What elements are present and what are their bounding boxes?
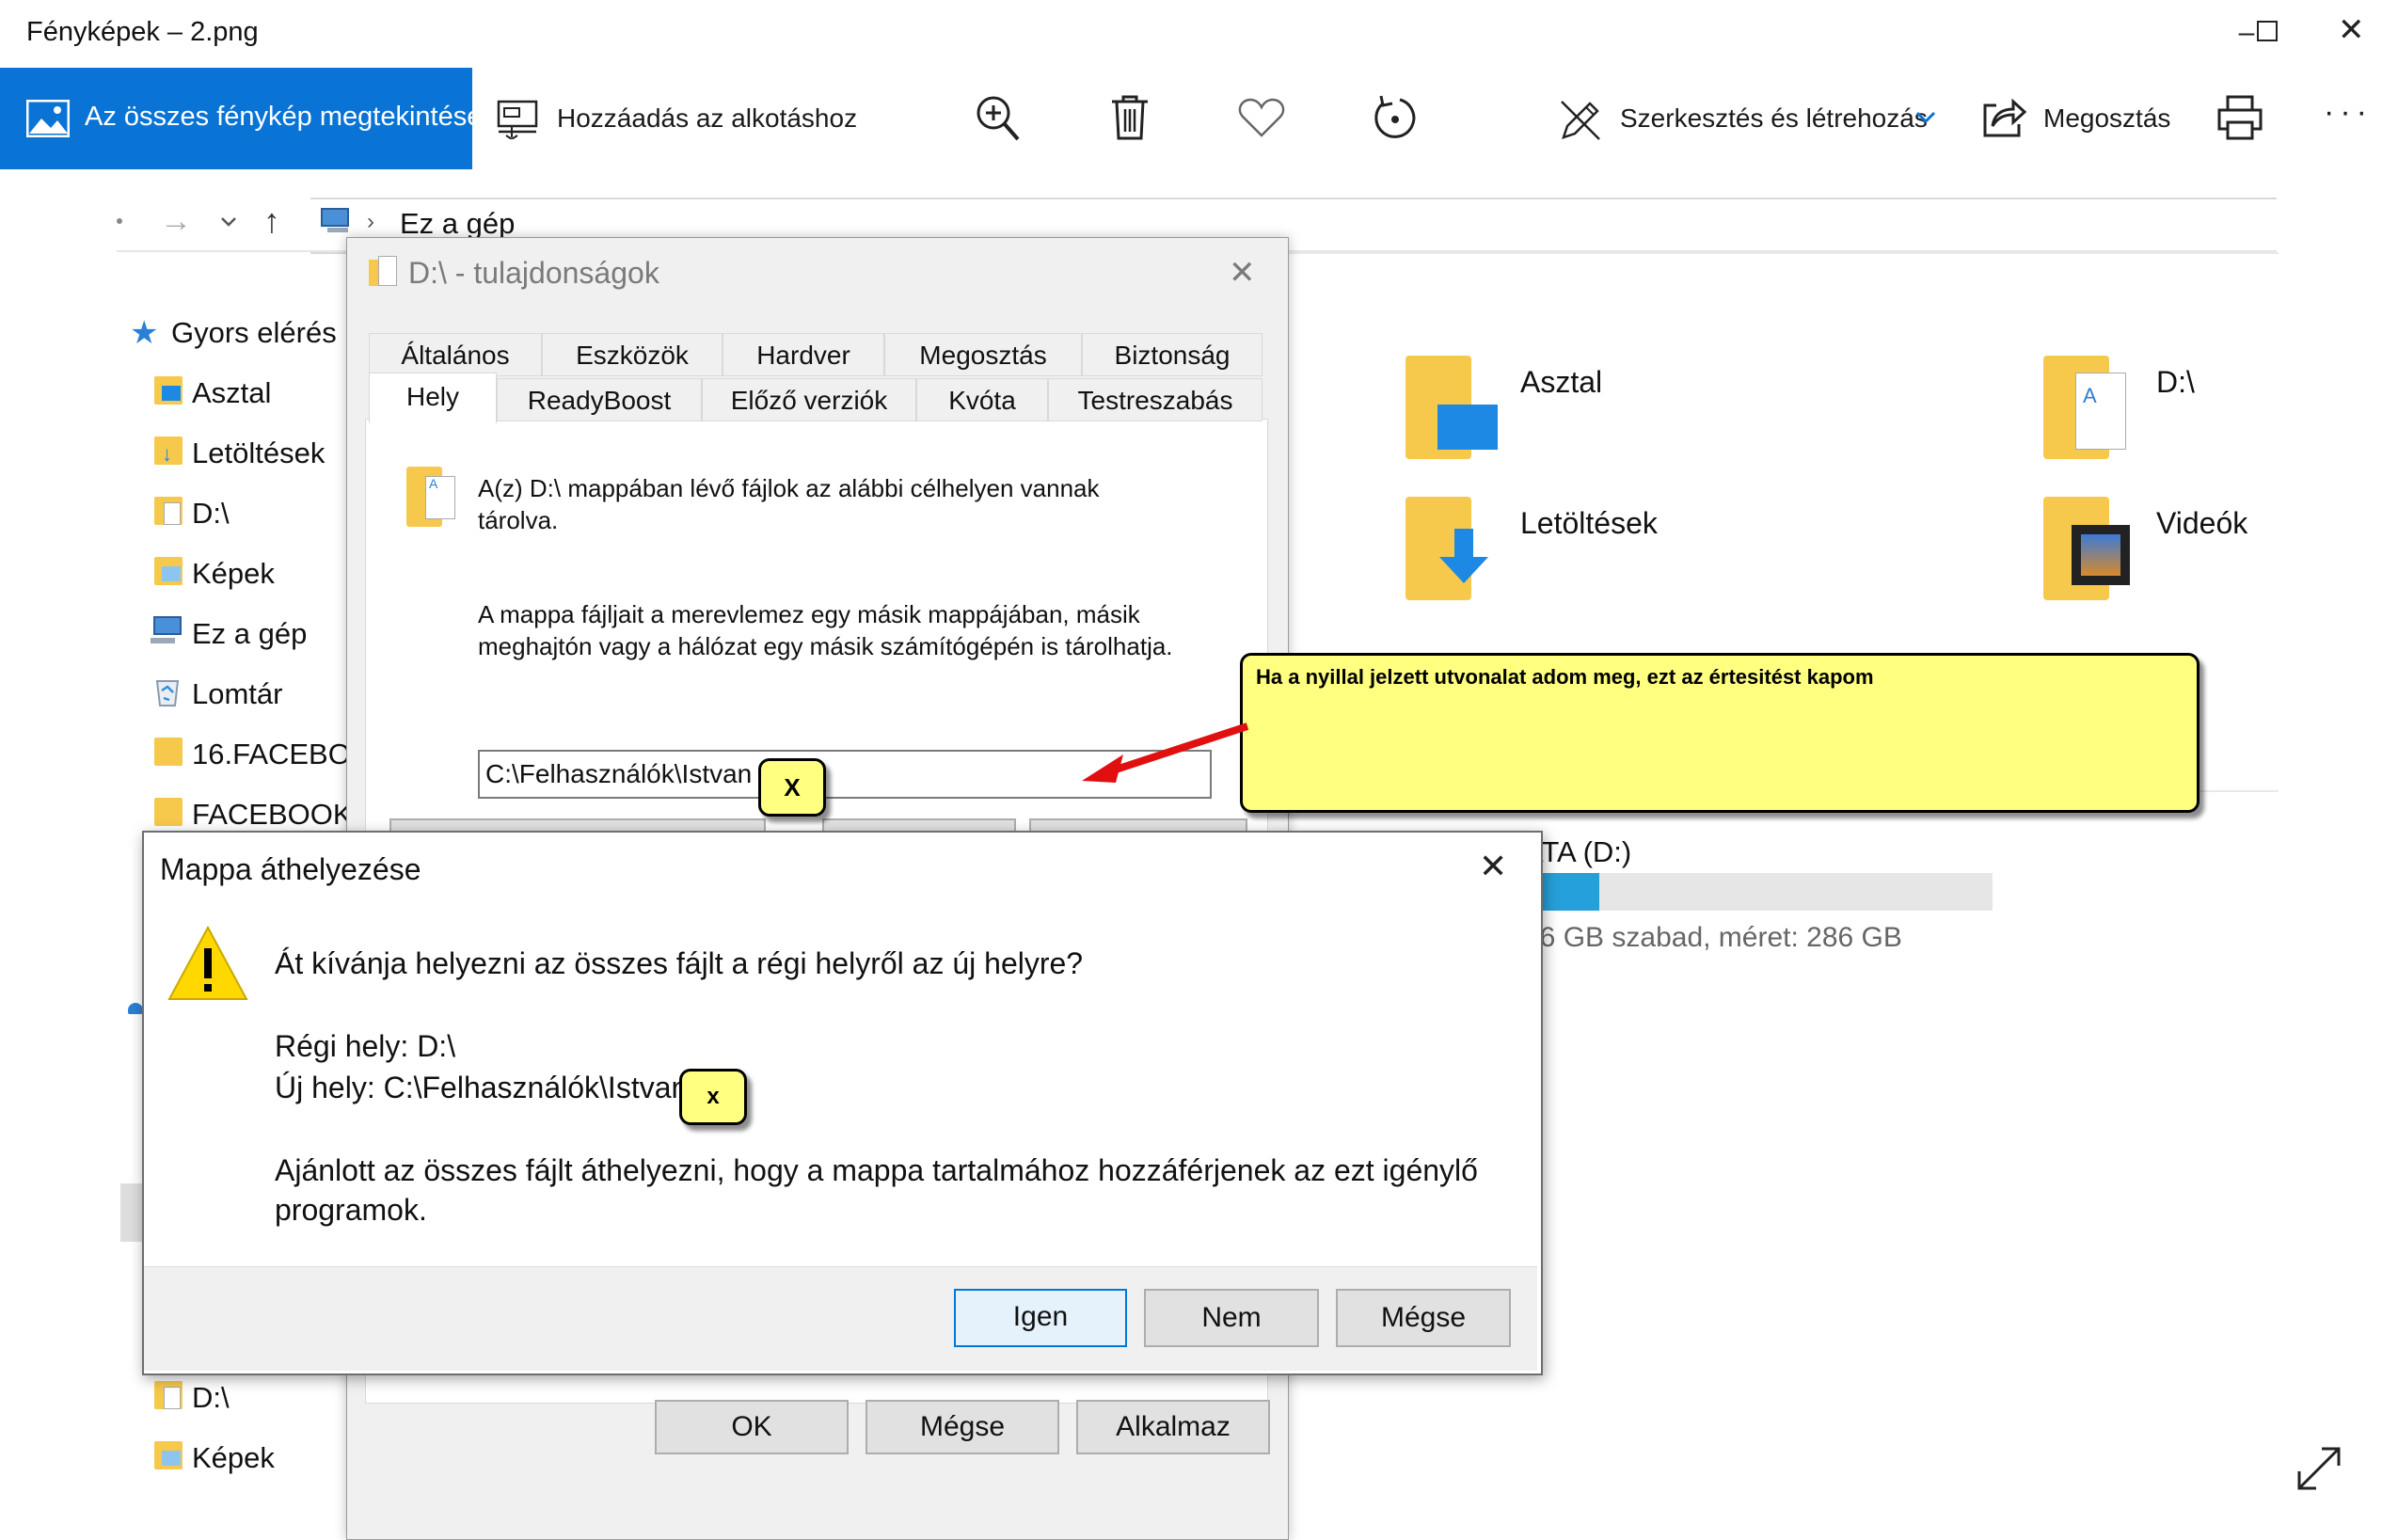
trash-icon[interactable] <box>1110 94 1150 141</box>
onedrive-icon <box>128 1003 143 1014</box>
add-creation-icon <box>497 100 538 139</box>
drive-usage-bar <box>1524 873 1993 911</box>
tab-sharing[interactable]: Megosztás <box>884 333 1082 376</box>
mask-note-upper: X <box>758 758 826 817</box>
nav-quick-access[interactable]: Gyors elérés <box>171 316 337 350</box>
zoom-in-icon[interactable] <box>975 94 1022 143</box>
nav-item-d-drive-lower[interactable]: D:\ <box>192 1381 230 1415</box>
ok-button[interactable]: OK <box>655 1400 849 1454</box>
callout-text: Ha a nyillal jelzett utvonalat adom meg,… <box>1256 665 1874 689</box>
share-label[interactable]: Megosztás <box>2043 103 2170 134</box>
maximize-icon[interactable] <box>2257 21 2278 41</box>
tile-downloads[interactable] <box>1405 497 1509 602</box>
forward-icon[interactable]: → <box>160 203 192 240</box>
folder-icon <box>154 738 183 766</box>
drive-free-text: 46 GB szabad, méret: 286 GB <box>1524 922 1902 953</box>
nav-item-d-drive[interactable]: D:\ <box>192 497 230 531</box>
yes-button[interactable]: Igen <box>954 1289 1127 1347</box>
add-to-creation-label: Hozzáadás az alkotáshoz <box>557 103 858 133</box>
no-button[interactable]: Nem <box>1144 1289 1319 1347</box>
tab-general[interactable]: Általános <box>369 333 542 376</box>
recent-chevron-icon[interactable] <box>220 216 237 228</box>
tile-videos-label: Videók <box>2156 506 2248 540</box>
close-icon[interactable]: ✕ <box>1229 254 1256 292</box>
rotate-icon[interactable] <box>1372 94 1419 143</box>
tile-d-drive-label: D:\ <box>2156 365 2195 399</box>
old-location: Régi hely: D:\ <box>275 1029 456 1063</box>
recommendation-line-2: programok. <box>275 1193 427 1227</box>
up-icon[interactable]: ↑ <box>263 201 280 241</box>
mask-note-lower: x <box>679 1069 747 1125</box>
move-cancel-button[interactable]: Mégse <box>1336 1289 1511 1347</box>
tile-asztal[interactable] <box>1405 356 1509 461</box>
folder-icon <box>154 798 183 826</box>
breadcrumb-chevron-icon: › <box>367 209 374 234</box>
app-title: Fényképek – 2.png <box>26 17 259 47</box>
tab-readyboost[interactable]: ReadyBoost <box>497 378 702 421</box>
print-icon[interactable] <box>2216 94 2263 141</box>
properties-title-icon <box>369 256 397 288</box>
nav-item-pictures-lower[interactable]: Képek <box>192 1441 275 1475</box>
pictures-folder-icon <box>154 557 183 585</box>
pictures-folder-icon <box>154 1441 183 1469</box>
share-icon[interactable] <box>1981 96 2026 139</box>
nav-item-pictures[interactable]: Képek <box>192 557 275 591</box>
close-icon[interactable]: ✕ <box>1479 847 1507 886</box>
document-folder-icon <box>154 497 183 525</box>
properties-cancel-button[interactable]: Mégse <box>866 1400 1059 1454</box>
tile-asztal-label: Asztal <box>1520 365 1603 399</box>
nav-item-facebook[interactable]: FACEBOOK <box>192 798 353 832</box>
properties-title: D:\ - tulajdonságok <box>408 256 659 290</box>
tab-tools[interactable]: Eszközök <box>542 333 723 376</box>
back-icon[interactable] <box>117 218 122 224</box>
heart-icon[interactable] <box>1238 98 1285 139</box>
callout-note: Ha a nyillal jelzett utvonalat adom meg,… <box>1240 653 2199 813</box>
breadcrumb[interactable]: Ez a gép <box>400 207 515 241</box>
desktop-folder-icon <box>154 376 183 405</box>
warning-icon <box>167 925 248 1000</box>
nav-selection-fragment <box>120 1183 143 1242</box>
nav-item-recycle-bin[interactable]: Lomtár <box>192 677 282 711</box>
new-location: Új hely: C:\Felhasználók\Istvan <box>275 1071 689 1104</box>
apply-button[interactable]: Alkalmaz <box>1076 1400 1270 1454</box>
location-info-text: A mappa fájljait a merevlemez egy másik … <box>478 600 1173 660</box>
content-divider <box>1285 252 2279 254</box>
tab-security[interactable]: Biztonság <box>1082 333 1263 376</box>
recycle-bin-icon <box>155 680 180 706</box>
more-icon[interactable]: ··· <box>2324 94 2373 131</box>
close-icon[interactable]: ✕ <box>2338 11 2365 49</box>
location-folder-icon: A <box>406 463 463 531</box>
computer-icon <box>151 616 182 643</box>
tile-d-drive[interactable]: A <box>2043 356 2147 461</box>
nav-item-asztal[interactable]: Asztal <box>192 376 271 410</box>
photo-icon <box>26 100 70 137</box>
document-folder-icon <box>154 1381 183 1409</box>
tile-videos[interactable] <box>2043 497 2147 602</box>
star-icon: ★ <box>130 315 159 351</box>
tab-customize[interactable]: Testreszabás <box>1048 378 1263 421</box>
fullscreen-icon[interactable] <box>2295 1445 2342 1492</box>
recommendation-line-1: Ajánlott az összes fájlt áthelyezni, hog… <box>275 1153 1478 1187</box>
tab-previous-versions[interactable]: Előző verziók <box>702 378 916 421</box>
view-all-photos-button[interactable]: Az összes fénykép megtekintése <box>0 68 482 169</box>
add-to-creation-button[interactable] <box>495 98 540 139</box>
tab-location[interactable]: Hely <box>369 373 497 423</box>
move-dialog-footer <box>144 1266 1537 1371</box>
downloads-folder-icon: ↓ <box>154 437 183 465</box>
title-bar <box>0 0 2398 68</box>
tab-quota[interactable]: Kvóta <box>916 378 1048 421</box>
tile-downloads-label: Letöltések <box>1520 506 1658 540</box>
tab-hardware[interactable]: Hardver <box>723 333 884 376</box>
nav-item-downloads[interactable]: Letöltések <box>192 437 325 470</box>
move-question: Át kívánja helyezni az összes fájlt a ré… <box>275 946 1084 980</box>
edit-create-icon[interactable] <box>1558 96 1605 143</box>
move-dialog-title: Mappa áthelyezése <box>160 852 421 886</box>
view-all-label: Az összes fénykép megtekintése <box>85 102 483 132</box>
edit-create-label[interactable]: Szerkesztés és létrehozás <box>1620 103 1928 134</box>
chevron-down-icon[interactable] <box>1915 111 1936 124</box>
location-intro-text: A(z) D:\ mappában lévő fájlok az alábbi … <box>478 474 1100 534</box>
nav-item-this-pc[interactable]: Ez a gép <box>192 617 307 651</box>
computer-icon <box>321 208 349 232</box>
red-arrow-icon <box>1082 722 1249 783</box>
